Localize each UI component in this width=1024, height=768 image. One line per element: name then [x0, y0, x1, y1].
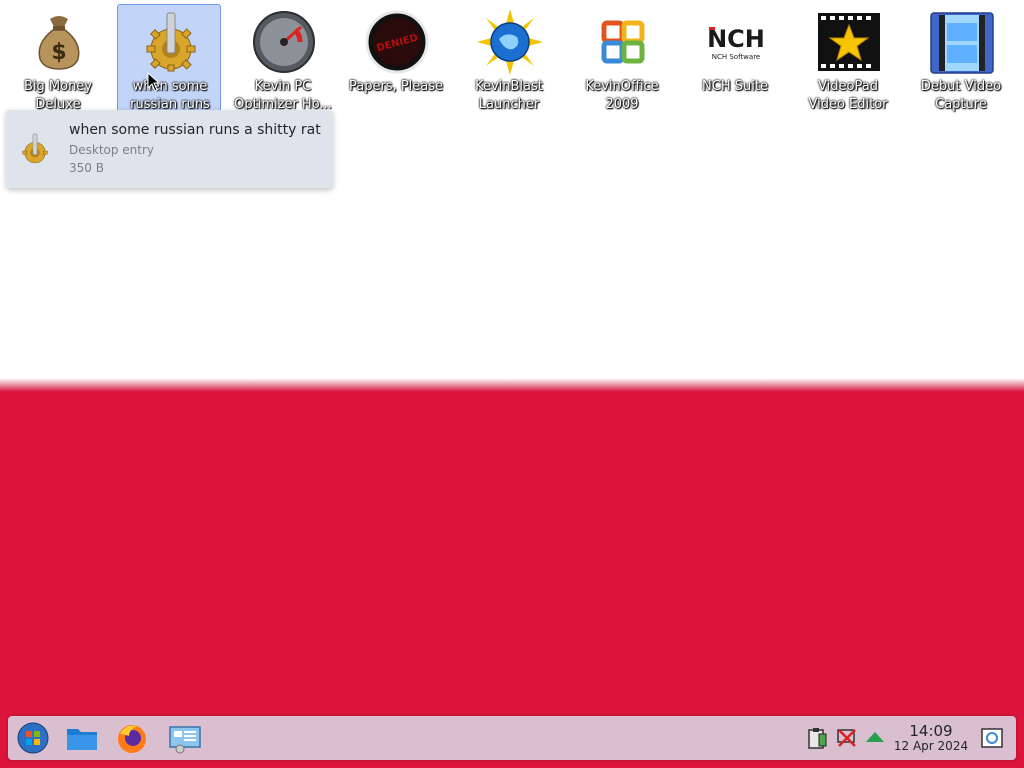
desktop[interactable]: $ Big Money Deluxe when some russian run… — [0, 0, 1024, 768]
desktop-icon-label: KevinBlast Launcher — [475, 79, 543, 112]
desktop-icon-kevin-pc-optimizer[interactable]: Kevin PC Optimizer Ho... — [230, 4, 334, 114]
money-bag-icon: $ — [38, 16, 80, 70]
desktop-icon-label: KevinOffice 2009 — [585, 79, 659, 112]
firefox-icon[interactable] — [115, 722, 149, 754]
clock-date[interactable]: 12 Apr 2024 — [888, 739, 974, 753]
desktop-icon-videopad-video-editor[interactable]: VideoPad Video Editor — [795, 4, 899, 114]
office-logo-icon — [601, 20, 645, 64]
desktop-icon-label: Debut Video Capture Softw... — [920, 79, 1002, 112]
desktop-icon-grid: $ Big Money Deluxe when some russian run… — [0, 4, 1024, 114]
film-star-icon — [818, 13, 880, 71]
papers-please-icon: DENIED — [365, 10, 429, 74]
taskbar: 14:09 12 Apr 2024 — [8, 716, 1016, 760]
speedometer-icon — [253, 11, 315, 73]
desktop-icon-kevinblast-launcher[interactable]: KevinBlast Launcher — [456, 4, 560, 114]
desktop-icon-nch-suite[interactable]: NCH NCH Software NCH Suite — [682, 4, 786, 114]
desktop-icon-big-money-deluxe[interactable]: $ Big Money Deluxe — [5, 4, 109, 114]
desktop-icon-russian-rat[interactable]: when some russian runs a... — [117, 4, 221, 114]
gear-icon — [146, 12, 196, 72]
folder-icon[interactable] — [65, 722, 99, 754]
desktop-icon-papers-please[interactable]: DENIED Papers, Please — [343, 4, 447, 114]
tooltip-size: 350 B — [69, 161, 104, 175]
show-desktop-icon[interactable] — [980, 726, 1004, 750]
desktop-icon-label: VideoPad Video Editor — [808, 79, 888, 112]
monitor-settings-icon[interactable] — [168, 722, 202, 754]
expand-tray-arrow-icon[interactable] — [863, 726, 887, 750]
desktop-icon-label: Papers, Please — [348, 79, 444, 94]
windows-orb-icon[interactable] — [16, 722, 50, 754]
desktop-entry-tooltip: when some russian runs a shitty rat Desk… — [6, 110, 333, 188]
svg-text:NCH Software: NCH Software — [712, 53, 760, 61]
svg-text:NCH: NCH — [707, 25, 765, 53]
nch-logo-icon: NCH NCH Software — [707, 25, 765, 61]
network-disconnected-icon[interactable] — [835, 726, 859, 750]
desktop-icon-debut-video-capture[interactable]: Debut Video Capture Softw... — [908, 4, 1012, 114]
sun-globe-icon — [477, 9, 543, 75]
desktop-icon-label: Big Money Deluxe — [23, 79, 92, 112]
clock-time[interactable]: 14:09 — [898, 722, 964, 740]
desktop-icon-label: Kevin PC Optimizer Ho... — [234, 79, 332, 112]
film-strip-icon — [930, 12, 994, 74]
mouse-cursor-icon — [147, 72, 161, 92]
desktop-icon-label: NCH Suite — [702, 79, 768, 94]
desktop-icon-kevinoffice-2009[interactable]: KevinOffice 2009 — [569, 4, 673, 114]
desktop-icon-label: when some russian runs a... — [130, 79, 210, 112]
tooltip-title: when some russian runs a shitty rat — [69, 122, 321, 138]
gear-icon — [22, 133, 48, 164]
tooltip-type: Desktop entry — [69, 143, 155, 157]
svg-text:$: $ — [51, 40, 66, 65]
clipboard-icon[interactable] — [805, 726, 829, 750]
